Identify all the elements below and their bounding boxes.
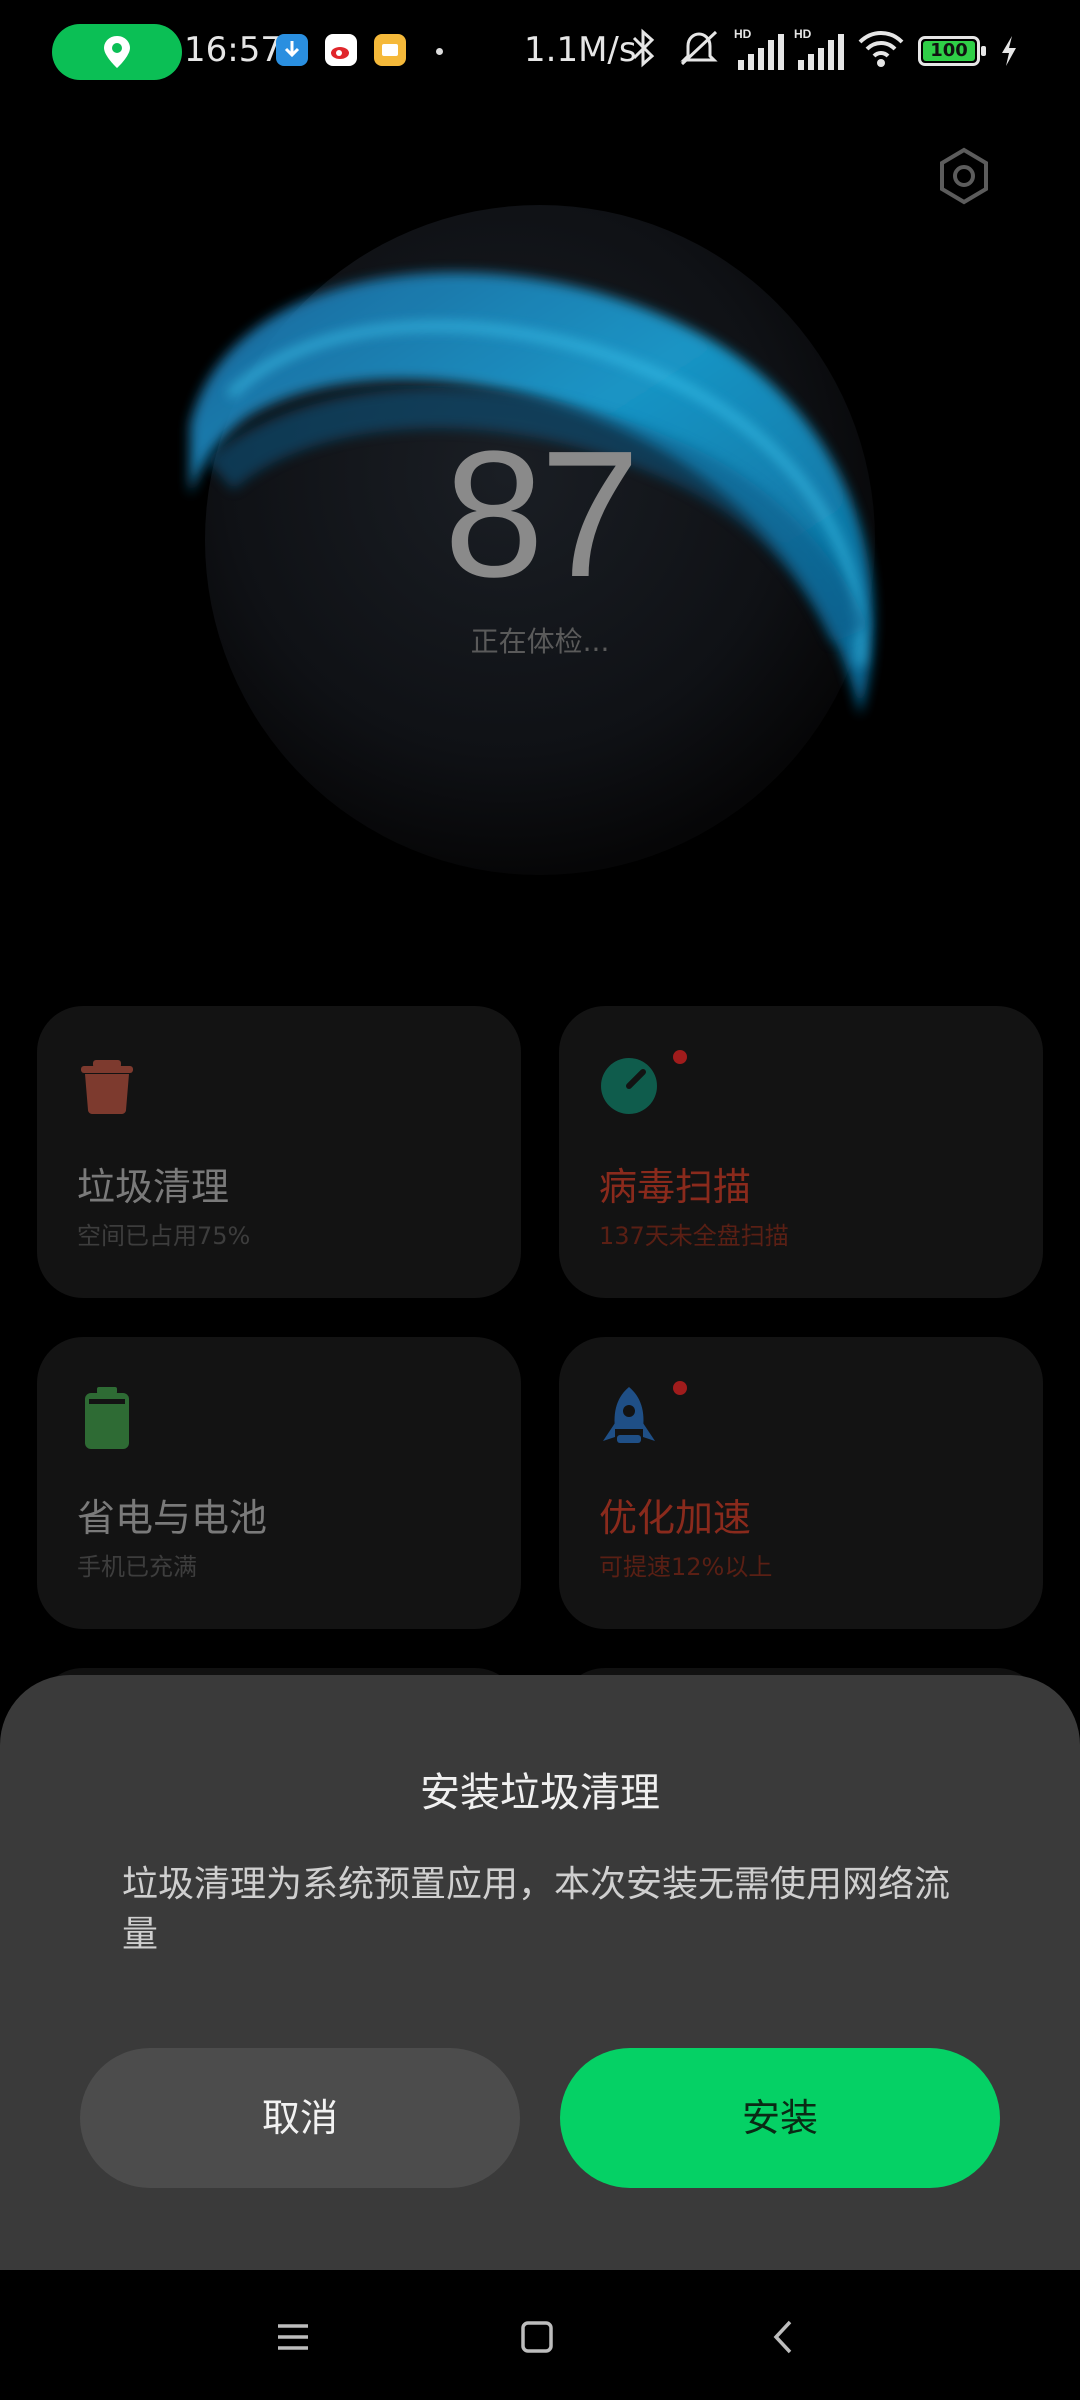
scan-status-text: 正在体检... [470, 625, 610, 658]
network-speed: 1.1M/s [524, 30, 637, 70]
card-battery[interactable]: 省电与电池 手机已充满 [37, 1337, 521, 1629]
install-dialog: 安装垃圾清理 垃圾清理为系统预置应用，本次安装无需使用网络流量 取消 安装 [0, 1675, 1080, 2270]
card-subtitle: 空间已占用75% [77, 1222, 251, 1250]
rocket-icon [603, 1387, 655, 1443]
more-notifications-dot [436, 48, 443, 55]
home-icon[interactable] [512, 2312, 562, 2362]
menu-icon[interactable] [268, 2312, 318, 2362]
charging-icon [1002, 36, 1016, 66]
install-button[interactable]: 安装 [560, 2048, 1000, 2188]
svg-text:HD: HD [794, 27, 812, 41]
weibo-app-icon [325, 34, 357, 66]
card-subtitle: 137天未全盘扫描 [599, 1222, 789, 1250]
card-subtitle: 可提速12%以上 [599, 1553, 773, 1581]
health-score: 87 [443, 414, 640, 615]
battery-icon [85, 1387, 129, 1449]
mute-icon [680, 30, 718, 66]
hd-signal-icon: HD [794, 27, 844, 70]
status-bar: 16:57 1.1M/s HD HD 100 [0, 0, 1080, 104]
back-icon[interactable] [760, 2312, 810, 2362]
alert-dot [673, 1381, 687, 1395]
dialog-message: 垃圾清理为系统预置应用，本次安装无需使用网络流量 [122, 1864, 951, 1955]
trash-icon [81, 1060, 133, 1114]
cancel-button[interactable]: 取消 [80, 2048, 520, 2188]
wifi-icon [858, 31, 904, 67]
card-speed-boost[interactable]: 优化加速 可提速12%以上 [559, 1337, 1043, 1629]
status-time: 16:57 [184, 30, 282, 70]
card-subtitle: 手机已充满 [77, 1553, 197, 1581]
battery-percent: 100 [930, 40, 968, 61]
notes-app-icon [374, 34, 406, 66]
card-title: 优化加速 [599, 1496, 752, 1540]
card-title: 病毒扫描 [599, 1165, 752, 1209]
alert-dot [673, 1050, 687, 1064]
card-title: 垃圾清理 [77, 1165, 230, 1209]
card-junk-cleanup[interactable]: 垃圾清理 空间已占用75% [37, 1006, 521, 1298]
hd-signal-icon: HD [734, 27, 784, 70]
location-pill[interactable] [52, 24, 182, 80]
battery-indicator: 100 [918, 36, 986, 66]
settings-hex-icon[interactable] [934, 146, 994, 206]
svg-text:HD: HD [734, 27, 752, 41]
card-virus-scan[interactable]: 病毒扫描 137天未全盘扫描 [559, 1006, 1043, 1298]
shield-gauge-icon [601, 1058, 657, 1114]
location-icon [104, 36, 130, 68]
navigation-bar [0, 2270, 1080, 2400]
card-title: 省电与电池 [77, 1496, 268, 1540]
dialog-title: 安装垃圾清理 [420, 1770, 660, 1816]
download-app-icon [276, 34, 308, 66]
bluetooth-icon [632, 28, 655, 68]
